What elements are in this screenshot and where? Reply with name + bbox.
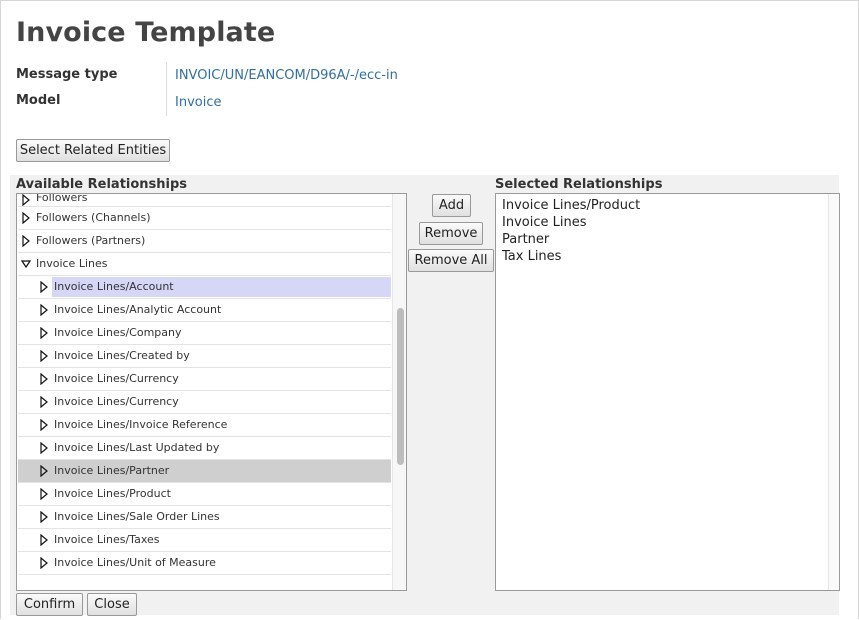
tree-row[interactable]: Invoice Lines/Taxes: [18, 529, 391, 552]
model-value[interactable]: Invoice: [175, 95, 221, 110]
selected-relationships-list[interactable]: Invoice Lines/Product Invoice Lines Partne…: [495, 193, 840, 591]
page-title: Invoice Template: [16, 17, 276, 48]
triangle-right-icon[interactable]: [39, 281, 49, 293]
selected-item[interactable]: Invoice Lines/Product: [502, 197, 640, 214]
tree-row-label: Invoice Lines/Created by: [54, 349, 190, 362]
triangle-right-icon[interactable]: [39, 534, 49, 546]
tree-row[interactable]: Invoice Lines/Product: [18, 483, 391, 506]
tree-row[interactable]: Invoice Lines/Created by: [18, 345, 391, 368]
expander[interactable]: [39, 304, 49, 316]
remove-button[interactable]: Remove: [419, 222, 483, 245]
expander[interactable]: [39, 350, 49, 362]
expander[interactable]: [39, 281, 49, 293]
tree-row-label: Followers (Partners): [36, 234, 146, 247]
select-related-entities-button[interactable]: Select Related Entities: [16, 139, 170, 162]
tree-row[interactable]: Invoice Lines/Invoice Reference: [18, 414, 391, 437]
expander[interactable]: [21, 235, 31, 247]
tree-row[interactable]: Invoice Lines: [18, 253, 391, 276]
tree-row[interactable]: Invoice Lines/Currency: [18, 391, 391, 414]
expander[interactable]: [39, 419, 49, 431]
tree-row-label: Followers: [36, 193, 88, 204]
tree-row[interactable]: Invoice Lines/Sale Order Lines: [18, 506, 391, 529]
expander[interactable]: [21, 194, 31, 206]
triangle-right-icon[interactable]: [39, 442, 49, 454]
field-divider: [166, 62, 167, 116]
tree-row-label: Followers (Channels): [36, 211, 151, 224]
triangle-right-icon[interactable]: [39, 465, 49, 477]
add-button[interactable]: Add: [432, 194, 471, 217]
expander[interactable]: [21, 212, 31, 224]
triangle-down-icon[interactable]: [21, 258, 31, 270]
expander[interactable]: [21, 258, 31, 270]
triangle-right-icon[interactable]: [39, 373, 49, 385]
expander[interactable]: [39, 488, 49, 500]
selected-item[interactable]: Tax Lines: [502, 248, 640, 265]
tree-row-label: Invoice Lines/Company: [54, 326, 182, 339]
remove-all-button[interactable]: Remove All: [408, 249, 494, 272]
expander[interactable]: [39, 373, 49, 385]
triangle-right-icon[interactable]: [39, 488, 49, 500]
selected-relationships-title: Selected Relationships: [495, 177, 663, 192]
selected-item[interactable]: Invoice Lines: [502, 214, 640, 231]
triangle-right-icon[interactable]: [39, 327, 49, 339]
triangle-right-icon[interactable]: [39, 304, 49, 316]
model-label: Model: [16, 93, 61, 108]
tree-row[interactable]: Followers: [18, 194, 391, 207]
selected-list-scrollbar[interactable]: [828, 194, 839, 590]
tree-row[interactable]: Invoice Lines/Unit of Measure: [18, 552, 391, 575]
message-type-label: Message type: [16, 67, 118, 82]
tree-row-label: Invoice Lines/Unit of Measure: [54, 556, 216, 569]
triangle-right-icon[interactable]: [21, 194, 31, 206]
selected-item[interactable]: Partner: [502, 231, 640, 248]
tree-row-label: Invoice Lines/Analytic Account: [54, 303, 222, 316]
triangle-right-icon[interactable]: [39, 511, 49, 523]
expander[interactable]: [39, 465, 49, 477]
scrollbar-thumb[interactable]: [397, 308, 404, 465]
selected-items: Invoice Lines/Product Invoice Lines Partne…: [502, 197, 640, 265]
tree-row-label: Invoice Lines/Sale Order Lines: [54, 510, 220, 523]
expander[interactable]: [39, 396, 49, 408]
expander[interactable]: [39, 534, 49, 546]
triangle-right-icon[interactable]: [21, 212, 31, 224]
tree-row-label: Invoice Lines/Invoice Reference: [54, 418, 228, 431]
tree-row[interactable]: Invoice Lines/Company: [18, 322, 391, 345]
available-list-scrollbar[interactable]: [392, 194, 406, 590]
tree-row[interactable]: Invoice Lines/Partner: [18, 460, 391, 483]
close-button[interactable]: Close: [87, 593, 137, 616]
triangle-right-icon[interactable]: [39, 396, 49, 408]
tree-row-label: Invoice Lines/Product: [54, 487, 171, 500]
expander[interactable]: [39, 327, 49, 339]
expander[interactable]: [39, 511, 49, 523]
relationship-tree: Followers Followers (Channels) Followers (…: [18, 194, 391, 575]
triangle-right-icon[interactable]: [39, 557, 49, 569]
tree-row-label: Invoice Lines/Taxes: [54, 533, 160, 546]
triangle-right-icon[interactable]: [39, 350, 49, 362]
tree-row-label: Invoice Lines/Currency: [54, 372, 179, 385]
triangle-right-icon[interactable]: [21, 235, 31, 247]
available-relationships-list[interactable]: Followers Followers (Channels) Followers (…: [16, 193, 407, 591]
tree-row[interactable]: Followers (Channels): [18, 207, 391, 230]
tree-row-label: Invoice Lines/Last Updated by: [54, 441, 220, 454]
tree-row-label: Invoice Lines/Currency: [54, 395, 179, 408]
tree-row[interactable]: Invoice Lines/Account: [18, 276, 391, 299]
confirm-button[interactable]: Confirm: [16, 593, 83, 616]
tree-row[interactable]: Invoice Lines/Last Updated by: [18, 437, 391, 460]
available-relationships-title: Available Relationships: [16, 177, 188, 192]
tree-row-label: Invoice Lines/Account: [52, 277, 391, 297]
tree-row-label: Invoice Lines/Partner: [54, 464, 170, 477]
triangle-right-icon[interactable]: [39, 419, 49, 431]
tree-row[interactable]: Invoice Lines/Analytic Account: [18, 299, 391, 322]
tree-row[interactable]: Invoice Lines/Currency: [18, 368, 391, 391]
expander[interactable]: [39, 557, 49, 569]
expander[interactable]: [39, 442, 49, 454]
tree-row[interactable]: Followers (Partners): [18, 230, 391, 253]
tree-row-label: Invoice Lines: [36, 257, 108, 270]
message-type-value[interactable]: INVOIC/UN/EANCOM/D96A/-/ecc-in: [175, 68, 398, 83]
